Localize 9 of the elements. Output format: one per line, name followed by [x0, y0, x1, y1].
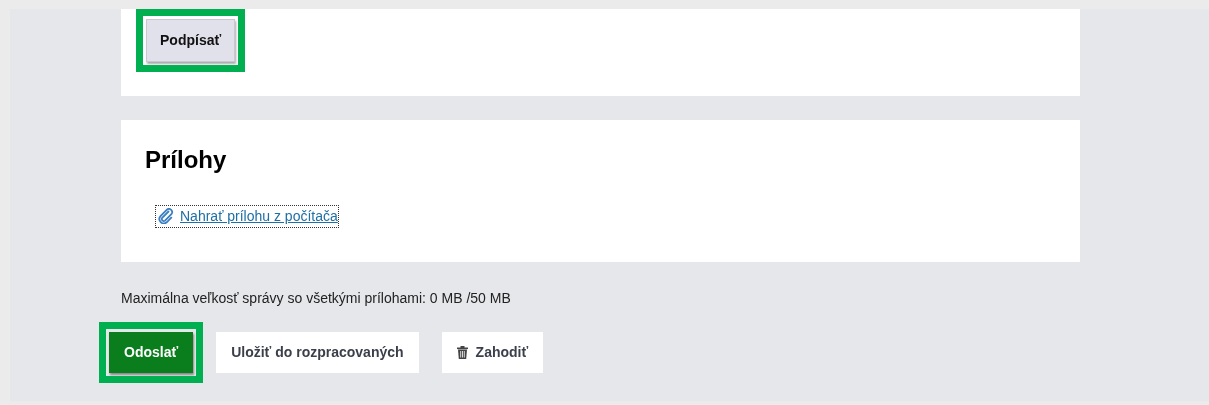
- section-heading: Prílohy: [145, 146, 228, 175]
- trash-icon: [456, 346, 468, 359]
- send-button[interactable]: Odoslať: [109, 332, 194, 373]
- upload-link[interactable]: Nahrať prílohu z počítača: [155, 204, 339, 228]
- save-draft-button[interactable]: Uložiť do rozpracovaných: [216, 332, 419, 373]
- sign-button[interactable]: Podpísať: [146, 19, 236, 62]
- paperclip-icon: [158, 208, 174, 225]
- discard-button[interactable]: Zahodiť: [441, 332, 544, 373]
- size-limit-text: Maximálna veľkosť správy so všetkými prílohami: 0 MB /50 MB: [121, 289, 512, 308]
